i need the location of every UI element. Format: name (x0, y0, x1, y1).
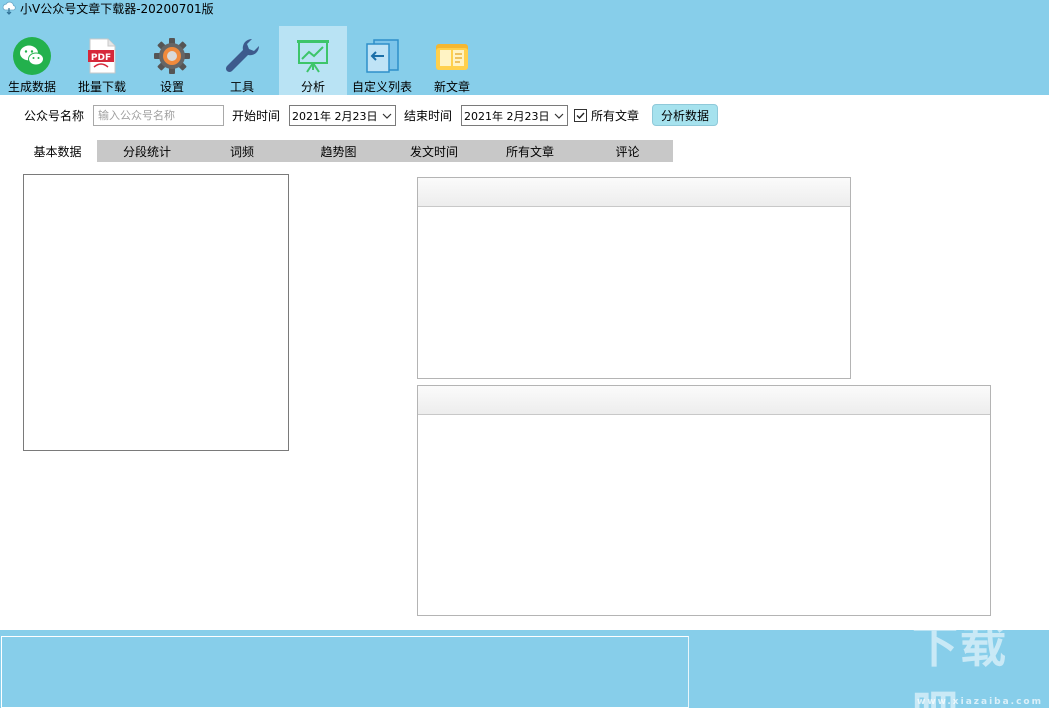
title-bar: 小V公众号文章下载器-20200701版 (0, 0, 400, 16)
batch-download-label: 批量下载 (77, 80, 126, 94)
account-name-label: 公众号名称 (24, 109, 85, 123)
bottom-grid-header (418, 386, 990, 415)
watermark-url: www.xiazaiba.com (917, 697, 1043, 707)
tab-trend-chart[interactable]: 趋势图 (287, 140, 390, 162)
tools-label: 工具 (229, 80, 254, 94)
gear-icon (152, 36, 192, 76)
settings-button[interactable]: 设置 (148, 26, 196, 95)
batch-download-button[interactable]: PDF 批量下载 (74, 26, 130, 95)
settings-label: 设置 (159, 80, 184, 94)
tab-all-articles[interactable]: 所有文章 (478, 140, 582, 162)
custom-list-label: 自定义列表 (351, 80, 412, 94)
folder-icon (432, 36, 472, 76)
svg-text:PDF: PDF (91, 53, 111, 63)
chart-icon (293, 36, 333, 76)
top-data-grid[interactable] (417, 177, 851, 379)
site-watermark: 下载吧 www.xiazaiba.com (912, 619, 1047, 708)
tab-comments[interactable]: 评论 (582, 140, 673, 162)
start-date-picker[interactable]: 2021年 2月23日 (289, 105, 396, 126)
filter-row: 公众号名称 开始时间 2021年 2月23日 结束时间 2021年 2月23日 … (0, 104, 760, 128)
generate-data-label: 生成数据 (7, 80, 56, 94)
toolbar: 生成数据 PDF 批量下载 设置 工具 分析 自定义列表 新文章 (0, 26, 480, 95)
start-date-value: 2021年 2月23日 (292, 109, 378, 123)
basic-data-listbox[interactable] (23, 174, 289, 451)
tab-word-frequency[interactable]: 词频 (197, 140, 287, 162)
log-textbox[interactable] (1, 636, 689, 708)
analyze-data-button[interactable]: 分析数据 (652, 104, 718, 126)
new-articles-label: 新文章 (433, 80, 470, 94)
end-date-picker[interactable]: 2021年 2月23日 (461, 105, 568, 126)
new-articles-button[interactable]: 新文章 (428, 26, 476, 95)
account-name-input[interactable] (93, 105, 224, 126)
end-time-label: 结束时间 (404, 109, 453, 123)
all-articles-label: 所有文章 (591, 109, 640, 123)
wechat-icon (12, 36, 52, 76)
analyze-tool-button[interactable]: 分析 (279, 26, 347, 95)
checkmark-icon[interactable] (574, 109, 587, 122)
watermark-text: 下载吧 (912, 619, 1008, 708)
generate-data-button[interactable]: 生成数据 (4, 26, 60, 95)
analyze-tool-label: 分析 (300, 80, 325, 94)
top-grid-header (418, 178, 850, 207)
pdf-icon: PDF (82, 36, 122, 76)
tab-post-time[interactable]: 发文时间 (390, 140, 478, 162)
end-date-value: 2021年 2月23日 (464, 109, 550, 123)
analysis-tabs: 基本数据 分段统计 词频 趋势图 发文时间 所有文章 评论 (0, 140, 680, 162)
all-articles-checkbox[interactable]: 所有文章 (574, 107, 639, 124)
status-area: 下载吧 www.xiazaiba.com (0, 619, 1049, 708)
tools-button[interactable]: 工具 (218, 26, 266, 95)
bottom-data-grid[interactable] (417, 385, 991, 616)
custom-list-button[interactable]: 自定义列表 (350, 26, 414, 95)
tab-segment-stats[interactable]: 分段统计 (97, 140, 197, 162)
header: 小V公众号文章下载器-20200701版 生成数据 PDF 批量下载 设置 工具… (0, 0, 1049, 95)
chevron-down-icon[interactable] (551, 113, 567, 119)
start-time-label: 开始时间 (232, 109, 281, 123)
wrench-icon (222, 36, 262, 76)
import-icon (362, 36, 402, 76)
cloud-download-icon (2, 1, 16, 15)
window-title: 小V公众号文章下载器-20200701版 (20, 1, 214, 16)
chevron-down-icon[interactable] (379, 113, 395, 119)
tab-basic-data[interactable]: 基本数据 (18, 140, 97, 162)
